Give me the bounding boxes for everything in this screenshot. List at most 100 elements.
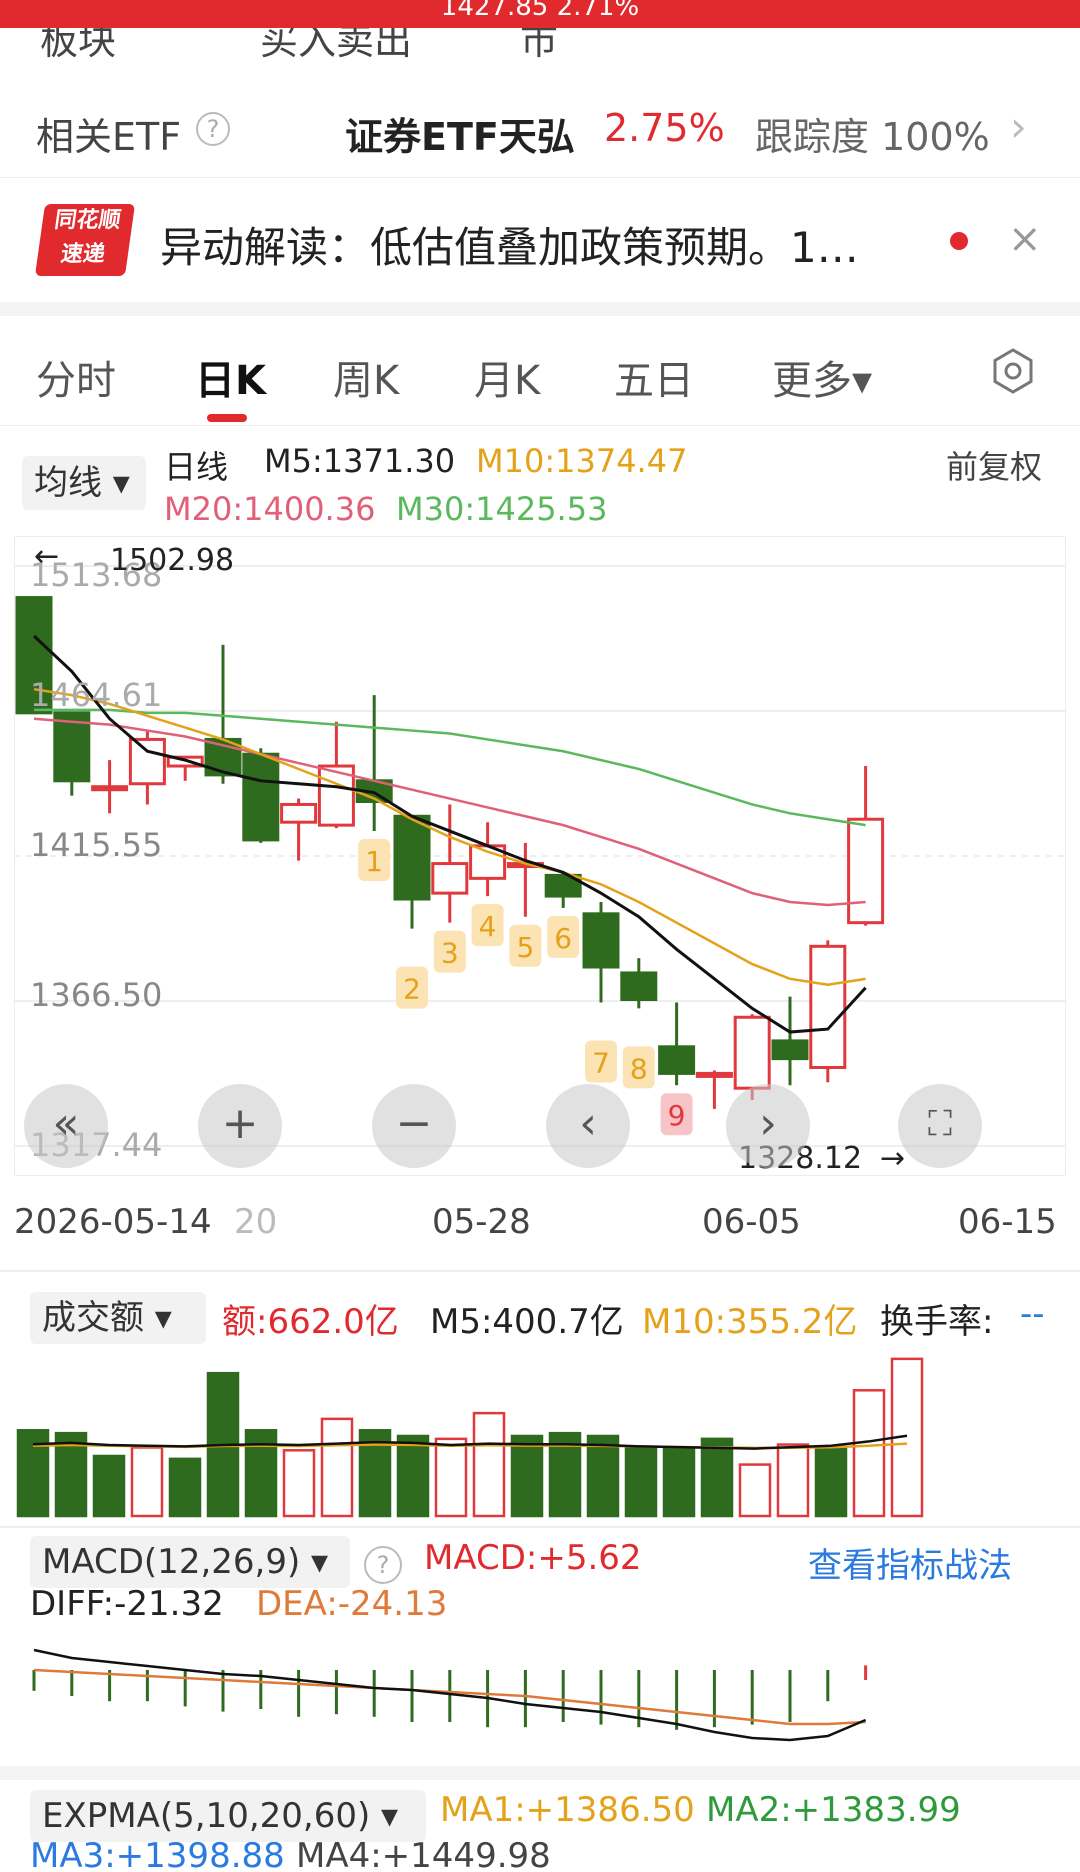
date-3: 05-28 xyxy=(432,1202,531,1242)
fullscreen-icon[interactable]: ⛶ xyxy=(898,1084,982,1168)
candlestick-chart[interactable]: 12345 67 89 1513.68 1464.61 1415.55 1366.5… xyxy=(14,536,1066,1176)
volume-m5: M5:400.7亿 xyxy=(430,1302,624,1342)
high-label: 1502.98 xyxy=(110,543,234,578)
scroll-left-button[interactable]: ‹ xyxy=(546,1084,630,1168)
volume-bar xyxy=(130,1446,164,1518)
zoom-out-button[interactable]: − xyxy=(372,1084,456,1168)
volume-bar xyxy=(396,1434,430,1518)
active-tab-indicator xyxy=(207,414,247,422)
ma20-value: M20:1400.36 xyxy=(164,490,376,528)
turnover-label: 换手率: xyxy=(880,1302,994,1342)
volume-bar xyxy=(662,1446,696,1518)
candle-body xyxy=(128,737,166,786)
marker-label: 1 xyxy=(365,845,383,878)
low-arrow: → xyxy=(880,1141,905,1176)
volume-bar xyxy=(776,1443,810,1518)
tab-monthly-k[interactable]: 月K xyxy=(474,348,540,406)
candle-body xyxy=(809,944,847,1070)
expma-ma1: MA1:+1386.50 xyxy=(440,1790,695,1830)
volume-bar xyxy=(814,1446,848,1518)
marker-label: 4 xyxy=(479,910,497,943)
y-tick-4: 1366.50 xyxy=(30,976,162,1014)
macd-value: MACD:+5.62 xyxy=(424,1538,642,1578)
unread-dot xyxy=(950,232,968,250)
tonghuashun-logo: 同花顺 速递 xyxy=(34,204,136,276)
ma30-value: M30:1425.53 xyxy=(396,490,608,528)
volume-bar xyxy=(586,1434,620,1518)
date-1: 2026-05-14 xyxy=(14,1202,212,1242)
volume-bar xyxy=(624,1446,658,1518)
expma-ma4: MA4:+1449.98 xyxy=(296,1836,551,1872)
macd-line xyxy=(33,1648,867,1742)
volume-bar xyxy=(700,1437,734,1518)
logo-bottom: 速递 xyxy=(59,242,107,267)
tab-more[interactable]: 更多▾ xyxy=(772,348,872,406)
volume-chart xyxy=(16,1357,924,1518)
candle-body xyxy=(847,817,885,925)
cut-label-1: 板块 xyxy=(40,28,117,63)
volume-amount: 额:662.0亿 xyxy=(222,1302,399,1342)
candle-body xyxy=(242,752,280,842)
ma-selector[interactable]: 均线 ▾ xyxy=(22,456,146,510)
volume-bar xyxy=(92,1454,126,1518)
candle-body xyxy=(695,1071,733,1078)
section-divider xyxy=(0,1270,1080,1272)
adjust-mode[interactable]: 前复权 xyxy=(946,442,1042,488)
chevron-right-icon[interactable]: › xyxy=(1010,102,1027,151)
candle-body xyxy=(431,862,469,895)
marker-label: 9 xyxy=(668,1099,686,1132)
scroll-right-button[interactable]: › xyxy=(726,1084,810,1168)
rewind-icon[interactable]: « xyxy=(24,1084,108,1168)
tab-five-day[interactable]: 五日 xyxy=(614,348,694,406)
date-2: 20 xyxy=(234,1202,278,1242)
volume-bar xyxy=(434,1437,468,1518)
candle-body xyxy=(771,1039,809,1061)
close-icon[interactable]: × xyxy=(1008,216,1042,262)
date-5: 06-15 xyxy=(958,1202,1057,1242)
candle-body xyxy=(733,1015,771,1090)
volume-m10: M10:355.2亿 xyxy=(642,1302,858,1342)
tab-daily-k[interactable]: 日K xyxy=(195,348,266,406)
period-label: 日线 xyxy=(164,448,229,486)
macd-bars xyxy=(32,1665,868,1730)
volume-ma-lines xyxy=(32,1434,908,1450)
settings-icon[interactable] xyxy=(990,348,1036,394)
marker-label: 8 xyxy=(630,1052,648,1085)
y-tick-2: 1464.61 xyxy=(30,676,162,714)
macd-selector[interactable]: MACD(12,26,9) ▾ xyxy=(30,1536,350,1588)
turnover-value: -- xyxy=(1020,1294,1045,1334)
volume-bars xyxy=(16,1357,924,1518)
tab-intraday[interactable]: 分时 xyxy=(36,348,116,406)
tab-weekly-k[interactable]: 周K xyxy=(333,348,399,406)
candle-body xyxy=(393,814,431,901)
logo-top: 同花顺 xyxy=(52,208,123,233)
candle-body xyxy=(620,971,658,1002)
volume-selector[interactable]: 成交额 ▾ xyxy=(30,1292,206,1344)
macd-help-icon[interactable]: ? xyxy=(364,1546,402,1584)
cut-label-3: 市 xyxy=(520,28,559,63)
candle-body xyxy=(582,912,620,969)
expma-selector[interactable]: EXPMA(5,10,20,60) ▾ xyxy=(30,1790,426,1842)
indicator-guide-link[interactable]: 查看指标战法 xyxy=(808,1538,1012,1587)
news-headline[interactable]: 异动解读：低估值叠加政策预期。1… xyxy=(160,214,859,275)
period-tabs: 分时 日K 周K 月K 五日 更多▾ xyxy=(0,316,1080,426)
date-axis: 2026-05-14 20 05-28 06-05 06-15 xyxy=(0,1196,1080,1256)
etf-label: 相关ETF xyxy=(36,115,182,159)
ma5-value: M5:1371.30 xyxy=(264,442,456,480)
zoom-in-button[interactable]: + xyxy=(198,1084,282,1168)
tracking-value: 100% xyxy=(881,115,990,159)
price-banner: 1427.85 2.71% xyxy=(0,0,1080,28)
expma-ma3: MA3:+1398.88 xyxy=(30,1836,285,1872)
help-icon[interactable]: ? xyxy=(196,112,230,146)
price-line: 1427.85 2.71% xyxy=(440,0,640,22)
volume-bar xyxy=(168,1457,202,1518)
section-divider xyxy=(0,302,1080,316)
volume-bar xyxy=(852,1389,886,1518)
etf-name: 证券ETF天弘 xyxy=(345,115,575,159)
volume-bar xyxy=(472,1411,506,1518)
news-row[interactable]: 同花顺 速递 异动解读：低估值叠加政策预期。1… × xyxy=(0,178,1080,278)
candle-body xyxy=(658,1045,696,1075)
marker-label: 2 xyxy=(403,973,421,1006)
high-arrow: ← xyxy=(34,539,59,574)
related-etf-row[interactable]: 相关ETF ? 证券ETF天弘 2.75% 跟踪度 100% › xyxy=(0,80,1080,178)
